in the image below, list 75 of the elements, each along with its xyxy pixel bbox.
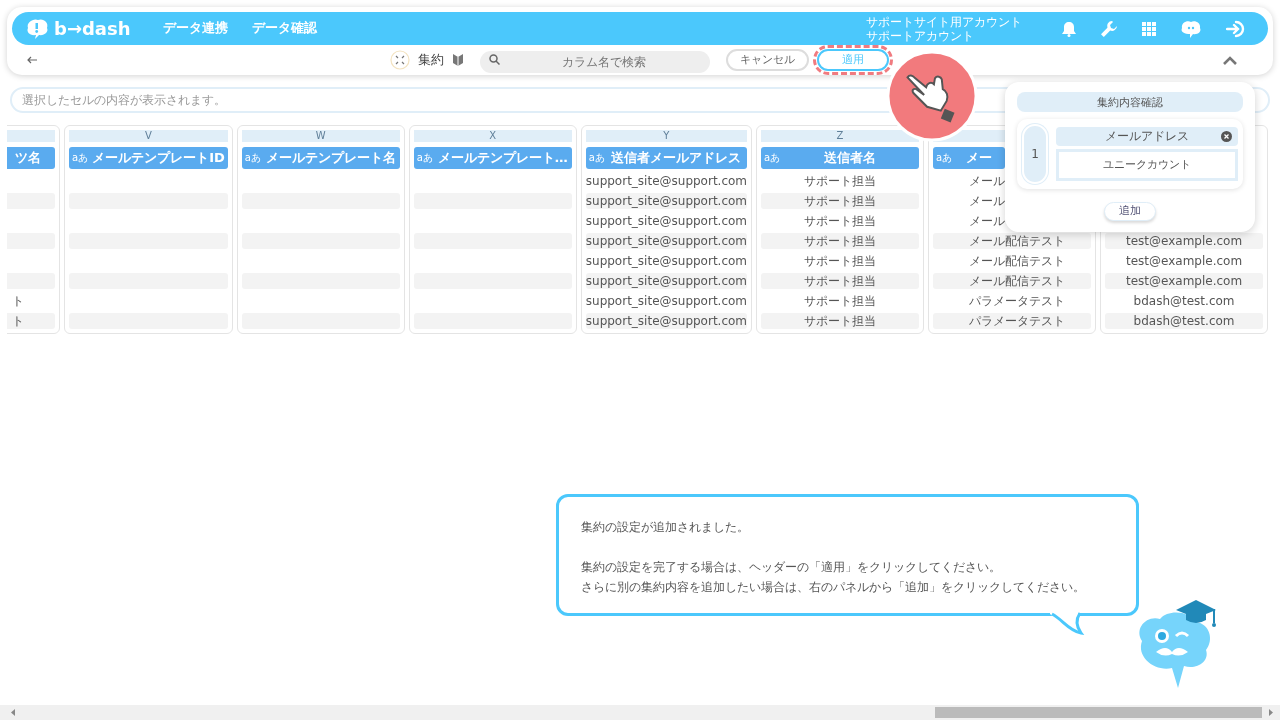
account-name: サポートアカウント (866, 28, 975, 43)
column-title: メールテンプレート… (436, 149, 569, 167)
table-cell[interactable]: サポート担当 (761, 293, 920, 309)
back-arrow-icon[interactable] (27, 56, 37, 64)
table-cell[interactable]: support_site@support.com (585, 293, 748, 309)
table-cell[interactable]: test@example.com (1105, 253, 1264, 269)
table-cell[interactable]: メール (933, 193, 1006, 209)
table-cell[interactable]: support_site@support.com (585, 213, 748, 229)
table-cell[interactable]: サポート担当 (761, 253, 920, 269)
column-title: 送信者メールアドレス (610, 149, 743, 167)
text-type-label: aあ (244, 151, 261, 165)
wrench-icon[interactable] (1100, 19, 1118, 38)
search-field[interactable]: カラム名で検索 (480, 51, 710, 73)
table-cell[interactable]: サポート担当 (761, 213, 920, 229)
table-cell[interactable]: パラメータテスト (933, 293, 1092, 309)
table-cell[interactable]: support_site@support.com (585, 233, 748, 249)
column-letter-bar: X (413, 130, 572, 142)
table-cell[interactable]: ト (7, 313, 55, 329)
table-cell[interactable]: メール配信テスト (933, 233, 1092, 249)
table-cell[interactable]: メール (933, 213, 1006, 229)
table-cell[interactable]: サポート担当 (761, 233, 920, 249)
text-type-label: aあ (416, 151, 433, 165)
table-cell[interactable]: サポート担当 (761, 273, 920, 289)
close-icon[interactable] (1221, 131, 1232, 142)
horizontal-scrollbar[interactable] (0, 705, 1280, 720)
table-cell[interactable]: bdash@test.com (1105, 293, 1264, 309)
column-title: メールテンプレート名 (264, 149, 397, 167)
logo-text: b→dash (54, 17, 131, 41)
table-cell[interactable]: support_site@support.com (585, 253, 748, 269)
table-cell[interactable]: パラメータテスト (933, 313, 1092, 329)
search-icon (489, 54, 500, 65)
column-title: メー (965, 149, 994, 167)
column-title: 送信者名 (823, 149, 878, 167)
chevron-up-icon[interactable] (1223, 55, 1237, 65)
aggregation-column-field[interactable]: メールアドレス (1056, 127, 1238, 146)
table-cell[interactable]: メール配信テスト (933, 253, 1092, 269)
table-cell[interactable]: support_site@support.com (585, 173, 748, 189)
table-cell[interactable]: support_site@support.com (585, 273, 748, 289)
column-title: メールテンプレートID (92, 149, 225, 167)
column-title: ツ名 (14, 149, 42, 167)
table-cell[interactable]: ト (7, 293, 55, 309)
text-type-label: aあ (72, 151, 89, 165)
text-type-label: aあ (936, 151, 953, 165)
table-cell[interactable]: サポート担当 (761, 173, 920, 189)
scrollbar-thumb[interactable] (935, 707, 1262, 718)
column-name: メールアドレス (1105, 129, 1189, 143)
panel-title: 集約内容確認 (1017, 92, 1243, 112)
compress-icon[interactable] (390, 50, 410, 70)
table-cell[interactable]: bdash@test.com (1105, 313, 1264, 329)
add-button[interactable]: 追加 (1104, 201, 1156, 221)
text-type-label: aあ (588, 151, 605, 165)
item-number: 1 (1022, 124, 1048, 184)
column-letter-bar: Y (585, 130, 748, 142)
column-letter-bar: W (241, 130, 400, 142)
account-name: サポートサイト用アカウント (866, 14, 1022, 29)
message-line: 集約の設定を完了する場合は、ヘッダーの「適用」をクリックしてください。 (581, 559, 1002, 576)
message-line: さらに別の集約内容を追加したい場合は、右のパネルから「追加」をクリックしてください。 (581, 579, 1086, 596)
column-letter-bar: Z (761, 130, 920, 142)
mode-label: 集約 (418, 51, 444, 70)
aggregation-method-field[interactable]: ユニークカウント (1056, 149, 1238, 181)
grid-icon[interactable] (1142, 21, 1156, 36)
cancel-button[interactable]: キャンセル (726, 49, 809, 71)
table-cell[interactable]: メール (933, 173, 1006, 189)
column-letter-bar: V (69, 130, 228, 142)
table-cell[interactable]: test@example.com (1105, 273, 1264, 289)
table-cell[interactable]: サポート担当 (761, 313, 920, 329)
message-line: 集約の設定が追加されました。 (581, 519, 750, 536)
table-cell[interactable]: test@example.com (1105, 233, 1264, 249)
text-type-label: aあ (764, 151, 781, 165)
beginner-mark-icon[interactable] (452, 53, 464, 67)
table-cell[interactable]: support_site@support.com (585, 193, 748, 209)
table-cell[interactable]: サポート担当 (761, 193, 920, 209)
bell-icon[interactable] (1062, 20, 1076, 37)
table-cell[interactable]: support_site@support.com (585, 313, 748, 329)
table-cell[interactable]: メール配信テスト (933, 273, 1092, 289)
